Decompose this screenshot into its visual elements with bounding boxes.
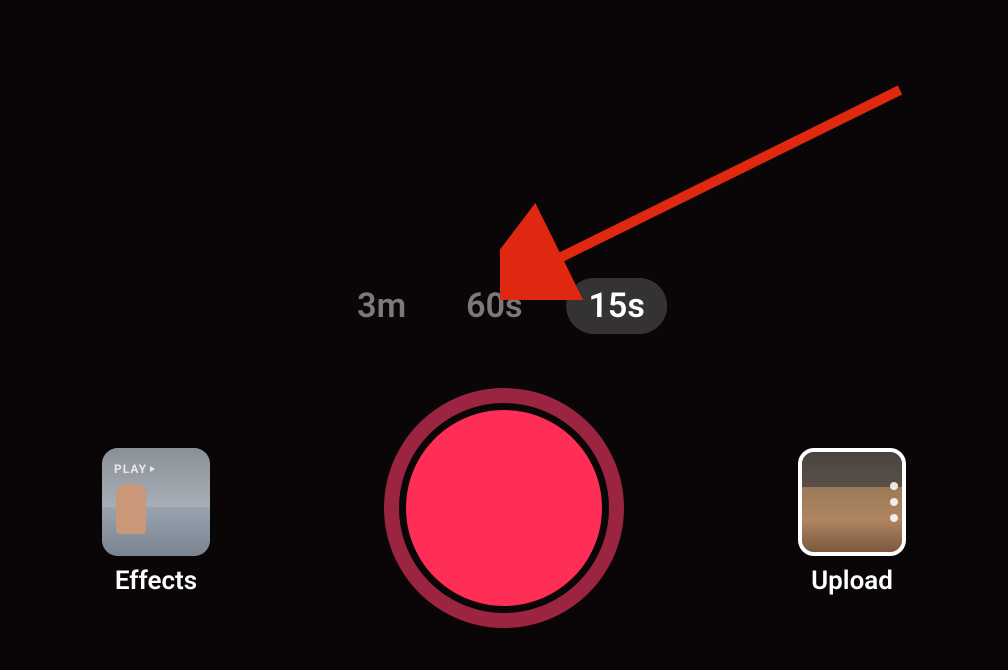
record-button[interactable]: [384, 388, 624, 628]
play-badge-icon: PLAY: [114, 462, 155, 476]
duration-option-60s[interactable]: 60s: [450, 278, 538, 334]
duration-option-15s[interactable]: 15s: [566, 278, 666, 334]
annotation-arrow-icon: [500, 80, 920, 300]
effects-label: Effects: [115, 566, 197, 596]
effects-thumbnail: PLAY: [102, 448, 210, 556]
upload-label: Upload: [811, 566, 893, 596]
duration-selector[interactable]: 3m 60s 15s: [341, 278, 667, 334]
record-button-inner: [406, 410, 602, 606]
record-button-ring: [399, 403, 609, 613]
upload-button[interactable]: Upload: [798, 448, 906, 596]
upload-thumbnail: [798, 448, 906, 556]
effects-button[interactable]: PLAY Effects: [102, 448, 210, 596]
duration-option-3m[interactable]: 3m: [341, 278, 422, 334]
